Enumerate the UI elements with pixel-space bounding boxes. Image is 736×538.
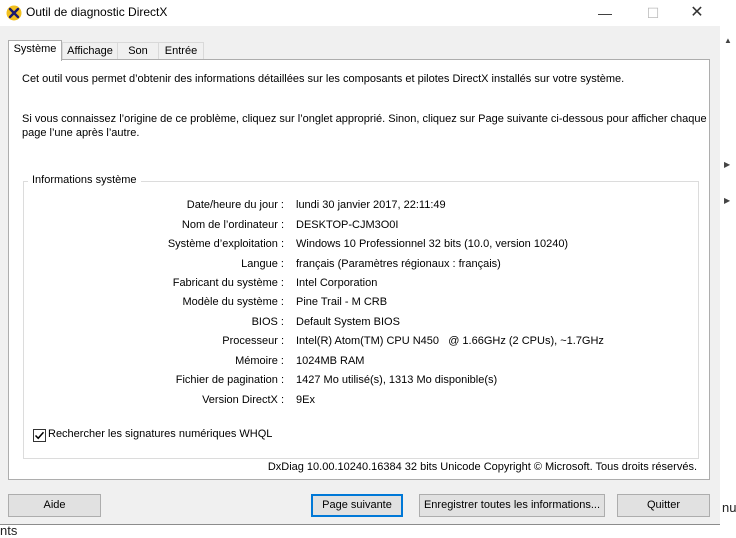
checkmark-icon	[34, 431, 45, 440]
title-bar[interactable]: Outil de diagnostic DirectX — ☐ ✕	[0, 0, 720, 26]
help-text-line2: page l’une après l’autre.	[22, 127, 140, 139]
system-info-group: Date/heure du jour : lundi 30 janvier 20…	[23, 181, 699, 459]
save-all-info-button[interactable]: Enregistrer toutes les informations...	[419, 494, 605, 517]
info-label: Système d’exploitation :	[167, 238, 284, 250]
tab-affichage[interactable]: Affichage	[62, 42, 118, 60]
info-label: BIOS :	[251, 316, 284, 328]
info-row-date: Date/heure du jour : lundi 30 janvier 20…	[24, 199, 698, 213]
info-label: Mémoire :	[235, 355, 284, 367]
info-label: Fichier de pagination :	[175, 374, 284, 386]
background-scrollbar[interactable]: ▲ ▶ ▶	[720, 0, 736, 538]
tab-systeme[interactable]: Système	[8, 40, 62, 61]
info-row-memory: Mémoire : 1024MB RAM	[24, 355, 698, 369]
close-button[interactable]: ✕	[674, 0, 720, 26]
help-text-line1: Si vous connaissez l’origine de ce probl…	[22, 113, 707, 125]
scroll-right-icon[interactable]: ▶	[724, 160, 730, 169]
tab-entree[interactable]: Entrée	[158, 42, 204, 60]
info-label: Nom de l’ordinateur :	[181, 219, 284, 231]
info-value: 9Ex	[296, 394, 315, 406]
whql-checkbox[interactable]	[33, 429, 46, 442]
info-row-bios: BIOS : Default System BIOS	[24, 316, 698, 330]
info-row-processor: Processeur : Intel(R) Atom(TM) CPU N450 …	[24, 335, 698, 349]
next-page-button[interactable]: Page suivante	[311, 494, 403, 517]
info-label: Date/heure du jour :	[186, 199, 284, 211]
info-label: Modèle du système :	[182, 296, 285, 308]
info-label: Processeur :	[222, 335, 284, 347]
info-value: Pine Trail - M CRB	[296, 296, 388, 308]
info-row-language: Langue : français (Paramètres régionaux …	[24, 258, 698, 272]
directx-icon	[6, 5, 22, 21]
info-value: français (Paramètres régionaux : françai…	[296, 258, 501, 270]
group-title: Informations système	[28, 174, 141, 186]
background-text: nts	[0, 523, 18, 538]
info-row-os: Système d’exploitation : Windows 10 Prof…	[24, 238, 698, 252]
dxdiag-window: Outil de diagnostic DirectX — ☐ ✕ Systèm…	[0, 0, 721, 525]
system-tab-panel: Cet outil vous permet d’obtenir des info…	[8, 59, 710, 480]
minimize-button[interactable]: —	[582, 0, 628, 26]
window-title: Outil de diagnostic DirectX	[26, 5, 168, 19]
info-value: lundi 30 janvier 2017, 22:11:49	[296, 199, 446, 211]
scroll-up-icon[interactable]: ▲	[724, 36, 732, 45]
info-value: 1024MB RAM	[296, 355, 365, 367]
info-value: Intel Corporation	[296, 277, 378, 289]
tab-son[interactable]: Son	[117, 42, 159, 60]
info-value: 1427 Mo utilisé(s), 1313 Mo disponible(s…	[296, 374, 498, 386]
copyright-text: DxDiag 10.00.10240.16384 32 bits Unicode…	[267, 461, 697, 473]
info-value: Windows 10 Professionnel 32 bits (10.0, …	[296, 238, 569, 250]
info-row-directx-version: Version DirectX : 9Ex	[24, 394, 698, 408]
info-value: Intel(R) Atom(TM) CPU N450 @ 1.66GHz (2 …	[296, 335, 604, 347]
info-value: DESKTOP-CJM3O0I	[296, 219, 399, 231]
intro-text: Cet outil vous permet d’obtenir des info…	[22, 73, 625, 85]
info-row-model: Modèle du système : Pine Trail - M CRB	[24, 296, 698, 310]
maximize-button[interactable]: ☐	[630, 0, 676, 26]
info-row-manufacturer: Fabricant du système : Intel Corporation	[24, 277, 698, 291]
info-label: Version DirectX :	[202, 394, 284, 406]
help-button[interactable]: Aide	[8, 494, 101, 517]
info-label: Fabricant du système :	[172, 277, 284, 289]
info-value: Default System BIOS	[296, 316, 400, 328]
scroll-right-icon[interactable]: ▶	[724, 196, 730, 205]
whql-checkbox-label[interactable]: Rechercher les signatures numériques WHQ…	[48, 428, 272, 440]
info-label: Langue :	[241, 258, 284, 270]
info-row-computer-name: Nom de l’ordinateur : DESKTOP-CJM3O0I	[24, 219, 698, 233]
background-text: nu	[722, 500, 736, 515]
quit-button[interactable]: Quitter	[617, 494, 710, 517]
info-row-pagefile: Fichier de pagination : 1427 Mo utilisé(…	[24, 374, 698, 388]
